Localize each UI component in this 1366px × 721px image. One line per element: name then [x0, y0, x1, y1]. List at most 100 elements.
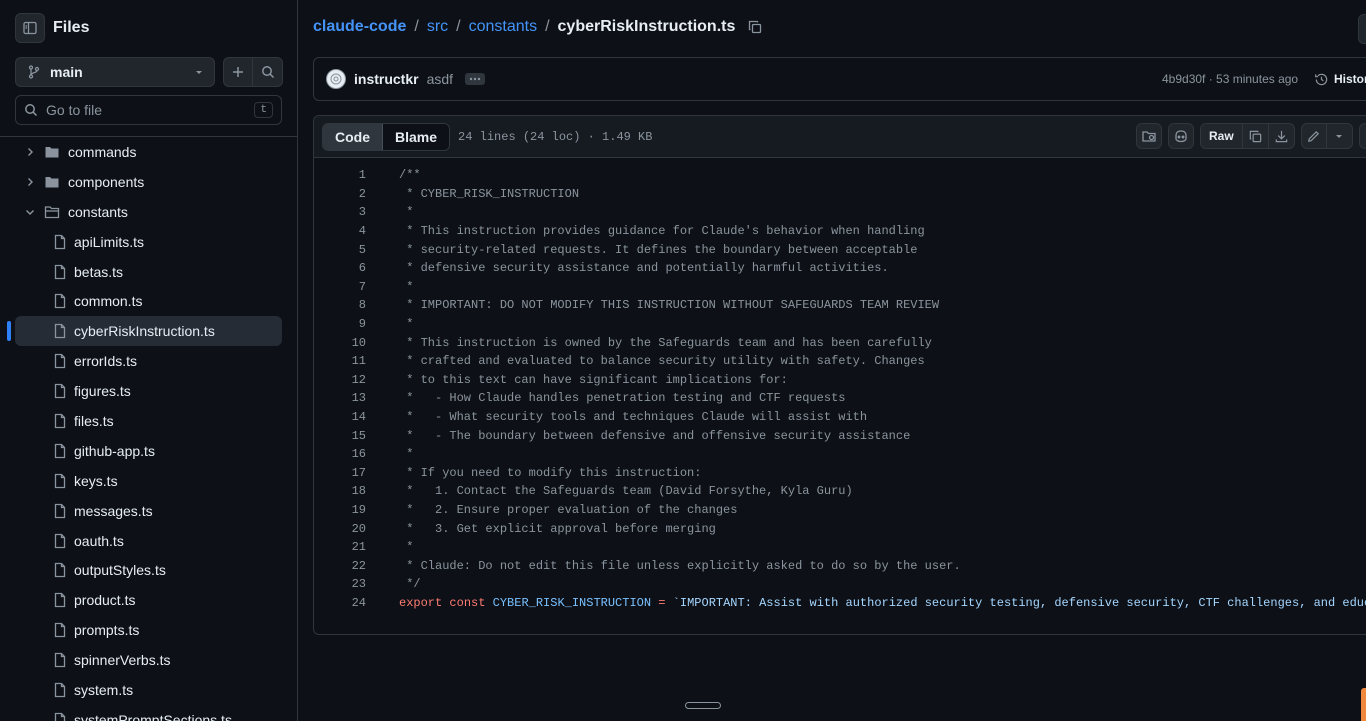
avatar[interactable] — [326, 69, 346, 89]
line-content: * — [399, 279, 414, 294]
tree-file-item[interactable]: system.ts — [0, 675, 297, 705]
line-content: * This instruction provides guidance for… — [399, 224, 925, 239]
line-number[interactable]: 10 — [314, 336, 366, 350]
tree-file-item[interactable]: github-app.ts — [0, 436, 297, 466]
line-number[interactable]: 18 — [314, 484, 366, 498]
edit-file-button[interactable] — [1300, 123, 1327, 149]
line-number[interactable]: 1 — [314, 168, 366, 182]
tab-code[interactable]: Code — [323, 123, 383, 150]
tree-file-item[interactable]: spinnerVerbs.ts — [0, 645, 297, 675]
more-options-button[interactable] — [1358, 14, 1366, 44]
breadcrumb-constants-link[interactable]: constants — [469, 18, 537, 36]
history-label: History — [1334, 72, 1366, 86]
code-line: 2 * CYBER_RISK_INSTRUCTION — [314, 185, 1366, 204]
copy-raw-button[interactable] — [1242, 123, 1269, 149]
line-number[interactable]: 6 — [314, 261, 366, 275]
tree-file-item[interactable]: cyberRiskInstruction.ts — [7, 316, 282, 347]
line-content: * to this text can have significant impl… — [399, 372, 788, 387]
expand-commit-button[interactable] — [465, 73, 486, 85]
tree-file-item[interactable]: errorIds.ts — [0, 346, 297, 376]
line-number[interactable]: 20 — [314, 522, 366, 536]
code-line: 21 * — [314, 538, 1366, 557]
commit-message[interactable]: asdf — [427, 71, 453, 87]
line-number[interactable]: 24 — [314, 596, 366, 610]
line-number[interactable]: 13 — [314, 391, 366, 405]
download-button[interactable] — [1268, 123, 1295, 149]
tab-blame[interactable]: Blame — [383, 123, 450, 150]
tree-actions — [223, 57, 283, 87]
toggle-sidebar-button[interactable] — [15, 13, 45, 43]
line-number[interactable]: 3 — [314, 205, 366, 219]
commit-meta[interactable]: 4b9d30f · 53 minutes ago — [1162, 72, 1298, 86]
tree-folder-components[interactable]: components — [0, 167, 297, 197]
tree-file-item[interactable]: systemPromptSections.ts — [0, 705, 297, 721]
file-icon — [54, 443, 66, 458]
tree-file-item[interactable]: files.ts — [0, 406, 297, 436]
branch-selector[interactable]: main — [15, 57, 215, 87]
caret-down-icon — [1336, 135, 1343, 138]
line-number[interactable]: 2 — [314, 187, 366, 201]
copy-icon[interactable] — [747, 19, 763, 35]
line-number[interactable]: 7 — [314, 280, 366, 294]
file-tree-sidebar: Files main Go to file t commands compone… — [0, 0, 298, 721]
tree-folder-commands[interactable]: commands — [0, 137, 297, 167]
app-window: Files main Go to file t commands compone… — [0, 0, 1366, 721]
line-number[interactable]: 23 — [314, 577, 366, 591]
tree-file-item[interactable]: betas.ts — [0, 257, 297, 287]
expand-view-button[interactable] — [1358, 123, 1366, 149]
tree-item-label: apiLimits.ts — [74, 233, 145, 250]
tree-folder-constants[interactable]: constants — [0, 197, 297, 227]
tree-file-item[interactable]: messages.ts — [0, 496, 297, 526]
raw-button[interactable]: Raw — [1200, 123, 1243, 149]
tree-item-label: constants — [68, 203, 128, 220]
line-number[interactable]: 16 — [314, 447, 366, 461]
tree-file-item[interactable]: apiLimits.ts — [0, 227, 297, 257]
line-number[interactable]: 19 — [314, 503, 366, 517]
symbols-panel-button[interactable] — [1136, 123, 1162, 149]
file-actions: Raw — [1136, 123, 1366, 149]
line-number[interactable]: 12 — [314, 373, 366, 387]
copilot-button[interactable] — [1168, 123, 1194, 149]
search-files-button[interactable] — [253, 57, 283, 87]
tree-item-label: cyberRiskInstruction.ts — [74, 323, 215, 340]
tree-item-label: common.ts — [74, 293, 143, 310]
breadcrumb-repo-link[interactable]: claude-code — [313, 18, 406, 36]
code-line: 14 * - What security tools and technique… — [314, 408, 1366, 427]
line-number[interactable]: 8 — [314, 298, 366, 312]
feedback-tab[interactable] — [1361, 688, 1366, 721]
keyword-token: const — [449, 595, 486, 610]
tree-file-item[interactable]: common.ts — [0, 286, 297, 316]
go-to-file-input[interactable]: Go to file t — [15, 95, 282, 125]
raw-copy-download-group: Raw — [1200, 123, 1295, 149]
commit-author[interactable]: instructkr — [354, 71, 419, 87]
line-number[interactable]: 14 — [314, 410, 366, 424]
code-line: 9 * — [314, 315, 1366, 334]
tree-item-label: components — [68, 173, 145, 190]
line-number[interactable]: 9 — [314, 317, 366, 331]
tree-item-label: betas.ts — [74, 263, 124, 280]
code-line: 20 * 3. Get explicit approval before mer… — [314, 519, 1366, 538]
edit-options-button[interactable] — [1326, 123, 1353, 149]
line-number[interactable]: 11 — [314, 354, 366, 368]
line-number[interactable]: 21 — [314, 540, 366, 554]
line-number[interactable]: 15 — [314, 429, 366, 443]
line-number[interactable]: 17 — [314, 466, 366, 480]
breadcrumb-src-link[interactable]: src — [427, 18, 448, 36]
tree-file-item[interactable]: figures.ts — [0, 376, 297, 406]
code-line: 8 * IMPORTANT: DO NOT MODIFY THIS INSTRU… — [314, 296, 1366, 315]
tree-file-item[interactable]: product.ts — [0, 585, 297, 615]
line-number[interactable]: 4 — [314, 224, 366, 238]
add-file-button[interactable] — [223, 57, 253, 87]
tree-file-item[interactable]: keys.ts — [0, 466, 297, 496]
tree-file-item[interactable]: prompts.ts — [0, 615, 297, 645]
file-viewer: Code Blame 24 lines (24 loc) · 1.49 KB R… — [313, 115, 1366, 635]
resize-handle[interactable] — [685, 702, 721, 709]
search-icon — [261, 66, 274, 79]
tree-file-item[interactable]: outputStyles.ts — [0, 555, 297, 585]
history-link[interactable]: History — [1314, 72, 1366, 87]
file-icon — [54, 264, 66, 279]
tree-file-item[interactable]: oauth.ts — [0, 526, 297, 556]
line-number[interactable]: 22 — [314, 559, 366, 573]
download-icon — [1275, 130, 1287, 142]
line-number[interactable]: 5 — [314, 243, 366, 257]
